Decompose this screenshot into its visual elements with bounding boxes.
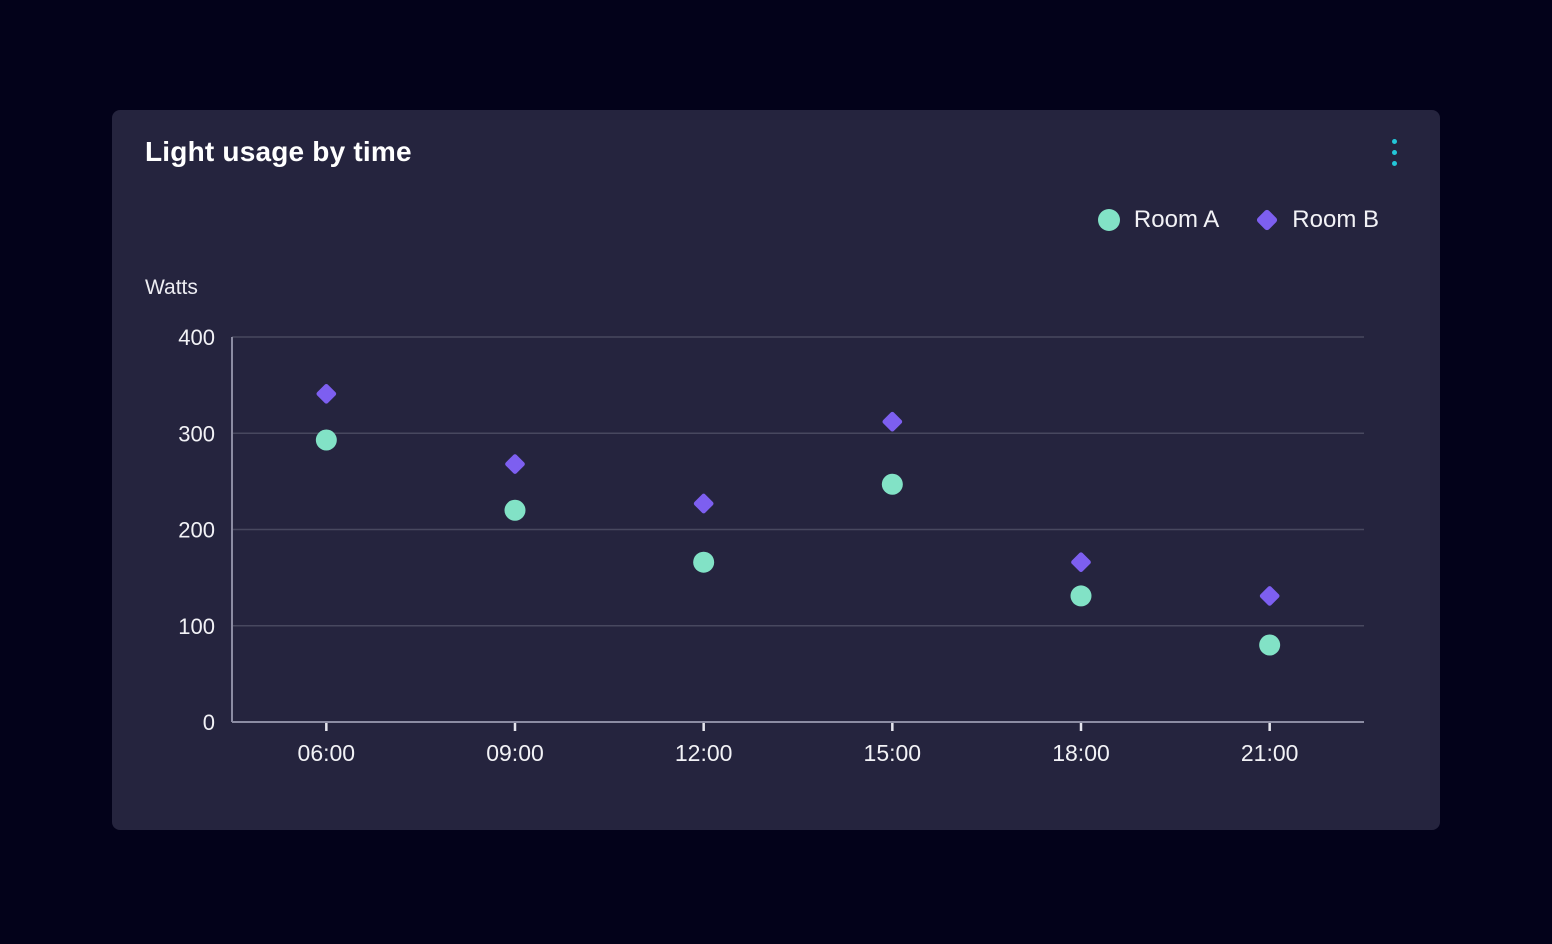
data-point-room-b-21:00[interactable]: [1259, 585, 1280, 606]
data-point-room-b-18:00[interactable]: [1070, 551, 1091, 572]
x-tick-label: 09:00: [486, 740, 544, 766]
data-point-room-a-06:00[interactable]: [316, 429, 337, 450]
y-tick-label: 400: [178, 325, 215, 350]
x-tick-label: 15:00: [864, 740, 922, 766]
data-point-room-a-18:00[interactable]: [1071, 585, 1092, 606]
y-tick-label: 100: [178, 614, 215, 639]
y-tick-label: 300: [178, 421, 215, 446]
y-tick-label: 200: [178, 518, 215, 543]
data-point-room-a-15:00[interactable]: [882, 474, 903, 495]
data-point-room-a-09:00[interactable]: [505, 500, 526, 521]
data-point-room-b-09:00[interactable]: [504, 453, 525, 474]
data-point-room-b-15:00[interactable]: [882, 411, 903, 432]
data-point-room-b-12:00[interactable]: [693, 493, 714, 514]
scatter-chart: 0 100 200 300 400 06:00 09:00 12:00 15:00 18:00 21…: [112, 110, 1440, 830]
x-tick-label: 18:00: [1052, 740, 1110, 766]
x-tick-label: 06:00: [298, 740, 356, 766]
data-point-room-b-06:00[interactable]: [316, 383, 337, 404]
x-tick-label: 12:00: [675, 740, 733, 766]
y-tick-label: 0: [203, 710, 215, 735]
data-point-room-a-21:00[interactable]: [1259, 635, 1280, 656]
x-tick-label: 21:00: [1241, 740, 1299, 766]
chart-card: Light usage by time Room A Room B Watts …: [112, 110, 1440, 830]
data-point-room-a-12:00[interactable]: [693, 552, 714, 573]
